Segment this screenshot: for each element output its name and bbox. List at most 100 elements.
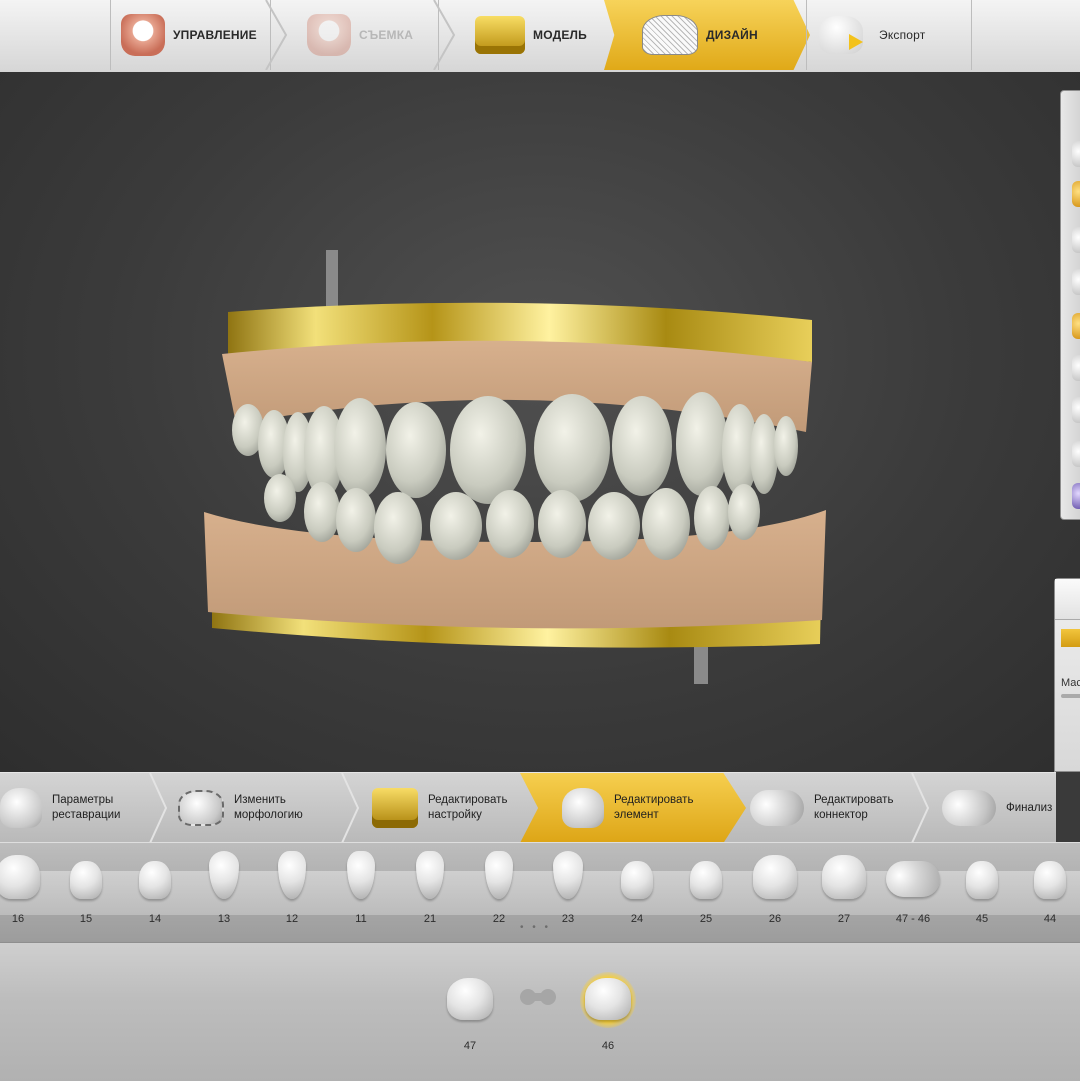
tool-icon[interactable]	[1072, 227, 1080, 253]
tooth-item[interactable]: 44	[1020, 851, 1080, 937]
model-icon	[475, 16, 525, 54]
morphology-icon	[178, 790, 224, 826]
molar-tooth-icon	[753, 855, 797, 899]
premolar-tooth-icon	[621, 861, 653, 899]
tooth-item[interactable]: 11	[331, 851, 391, 937]
tooth-number: 47 - 46	[895, 913, 931, 925]
tool-icon[interactable]	[1072, 313, 1080, 339]
tooth-number: 45	[975, 913, 989, 925]
tool-palette	[1060, 90, 1080, 520]
design-step-label: Изменить морфологию	[234, 794, 303, 821]
panel-header[interactable]	[1055, 579, 1080, 620]
canine-tooth-icon	[553, 851, 583, 899]
canine-tooth-icon	[209, 851, 239, 899]
tooth-number: 44	[1043, 913, 1057, 925]
tooth-item[interactable]: 25	[676, 851, 736, 937]
tooth-item[interactable]: 47 - 46	[883, 851, 943, 937]
workflow-step-label: Экспорт	[879, 28, 926, 42]
parameter-panel: Мас	[1054, 578, 1080, 772]
premolar-tooth-icon	[690, 861, 722, 899]
workflow-bar: УПРАВЛЕНИЕ СЪЕМКА МОДЕЛЬ ДИЗАЙН Экспорт	[0, 0, 1080, 74]
tooth-number: 12	[285, 913, 299, 925]
jaw-scan-icon	[307, 14, 351, 56]
jaw-icon	[121, 14, 165, 56]
design-step-connector[interactable]: Редактировать коннектор	[750, 773, 936, 843]
workflow-step-design[interactable]: ДИЗАЙН	[604, 0, 810, 70]
tooth-number: 27	[837, 913, 851, 925]
premolar-tooth-icon	[1034, 861, 1066, 899]
tooth-item[interactable]: 16	[0, 851, 48, 937]
edit-element-icon	[562, 788, 604, 828]
workflow-step-label: СЪЕМКА	[359, 28, 414, 42]
step-separator	[341, 773, 360, 843]
implant-pin	[326, 250, 338, 308]
bridge-icon	[886, 861, 940, 897]
tooth-item[interactable]: 27	[814, 851, 874, 937]
tooth-item[interactable]: 26	[745, 851, 805, 937]
connector-icon	[750, 790, 804, 826]
panel-tab-active[interactable]	[1061, 629, 1080, 647]
design-step-label: Редактировать коннектор	[814, 794, 894, 821]
workflow-step-model[interactable]: МОДЕЛЬ	[438, 0, 609, 70]
finalize-icon	[942, 790, 996, 826]
step-separator	[911, 773, 930, 843]
design-step-label: Редактировать элемент	[614, 794, 694, 821]
tooth-item[interactable]: 14	[125, 851, 185, 937]
molar-tooth-icon	[822, 855, 866, 899]
design-step-finalize[interactable]: Финализ	[942, 773, 1056, 843]
premolar-tooth-icon	[70, 861, 102, 899]
tooth-number: 11	[355, 913, 367, 925]
incisor-tooth-icon	[416, 851, 444, 899]
design-step-morphology[interactable]: Изменить морфологию	[178, 773, 358, 843]
strip-pager[interactable]: • • •	[520, 922, 551, 933]
element-item-47[interactable]: 47	[440, 972, 500, 1052]
export-icon	[819, 14, 871, 56]
design-step-setup[interactable]: Редактировать настройку	[372, 773, 552, 843]
tooth-number: 24	[630, 913, 644, 925]
workflow-step-manage[interactable]: УПРАВЛЕНИЕ	[110, 0, 271, 70]
design-steps-bar: Параметры реставрации Изменить морфологи…	[0, 772, 1056, 844]
tool-icon[interactable]	[1072, 441, 1080, 467]
step-separator	[149, 773, 168, 843]
tooth-item[interactable]: 15	[56, 851, 116, 937]
design-step-restoration-params[interactable]: Параметры реставрации	[0, 773, 170, 843]
tooth-item[interactable]: 21	[400, 851, 460, 937]
crown-icon	[447, 978, 493, 1020]
step-separator	[265, 0, 288, 70]
workflow-step-export[interactable]: Экспорт	[806, 0, 972, 70]
tool-icon[interactable]	[1072, 181, 1080, 207]
3d-viewport[interactable]	[0, 72, 1080, 772]
dental-model-render[interactable]	[0, 72, 1080, 772]
element-number: 46	[601, 1040, 615, 1052]
tool-icon[interactable]	[1072, 269, 1080, 295]
premolar-tooth-icon	[139, 861, 171, 899]
tool-icon[interactable]	[1072, 355, 1080, 381]
design-step-edit-element[interactable]: Редактировать элемент	[520, 773, 746, 843]
scale-label: Мас	[1061, 677, 1080, 689]
design-icon	[642, 15, 698, 55]
scale-slider[interactable]	[1061, 694, 1080, 698]
tooth-number: 26	[768, 913, 782, 925]
molar-tooth-icon	[0, 855, 40, 899]
tool-icon[interactable]	[1072, 397, 1080, 423]
tooth-item[interactable]: 13	[194, 851, 254, 937]
tooth-number: 15	[79, 913, 93, 925]
design-step-label: Финализ	[1006, 801, 1053, 814]
tooth-number: 14	[148, 913, 162, 925]
connector-icon[interactable]	[520, 986, 556, 1008]
incisor-tooth-icon	[278, 851, 306, 899]
workflow-step-label: УПРАВЛЕНИЕ	[173, 28, 257, 42]
tooth-item[interactable]: 12	[262, 851, 322, 937]
tool-icon[interactable]	[1072, 483, 1080, 509]
design-step-label: Редактировать настройку	[428, 794, 508, 821]
workflow-step-scan[interactable]: СЪЕМКА	[270, 0, 439, 70]
tooth-number: 25	[699, 913, 713, 925]
element-item-46[interactable]: 46	[578, 972, 638, 1052]
crown-icon	[585, 978, 631, 1020]
design-step-label: Параметры реставрации	[52, 794, 121, 821]
tooth-number: 21	[423, 913, 437, 925]
tool-icon[interactable]	[1072, 141, 1080, 167]
tooth-number: 13	[217, 913, 231, 925]
tooth-item[interactable]: 45	[952, 851, 1012, 937]
tooth-item[interactable]: 24	[607, 851, 667, 937]
